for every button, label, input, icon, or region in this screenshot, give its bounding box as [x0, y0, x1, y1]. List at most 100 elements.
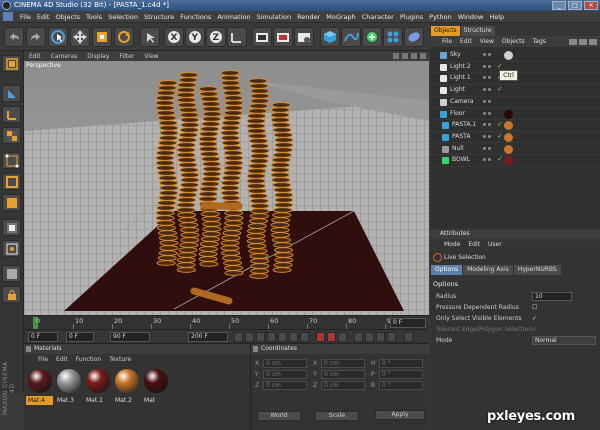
object-row[interactable]: Floor: [430, 109, 600, 120]
rotation-key-button[interactable]: [376, 332, 385, 342]
viewport-menu-cameras[interactable]: Cameras: [46, 53, 83, 60]
menu-help[interactable]: Help: [486, 13, 507, 21]
nurbs-icon[interactable]: [362, 27, 382, 47]
visibility-dot-icon[interactable]: [483, 158, 486, 162]
preview-min-field[interactable]: 0 F: [66, 332, 94, 342]
menu-character[interactable]: Character: [359, 13, 397, 21]
visibility-dot-icon[interactable]: [483, 123, 486, 127]
viewport-menu-edit[interactable]: Edit: [24, 53, 46, 60]
menu-plugins[interactable]: Plugins: [397, 13, 426, 21]
coord-value-field[interactable]: 0 cm: [321, 359, 365, 368]
attributes-menu-edit[interactable]: Edit: [464, 241, 484, 248]
visibility-dots[interactable]: [483, 76, 495, 81]
menu-tools[interactable]: Tools: [83, 13, 105, 21]
visibility-dot-icon[interactable]: [488, 134, 491, 138]
maximize-view-icon[interactable]: [420, 53, 426, 59]
record-button[interactable]: [316, 332, 325, 342]
zoom-view-icon[interactable]: [402, 53, 408, 59]
material-tag-icon[interactable]: [504, 144, 513, 154]
objects-menu-objects[interactable]: Objects: [498, 38, 529, 45]
visibility-dot-icon[interactable]: [483, 146, 486, 150]
menu-objects[interactable]: Objects: [52, 13, 83, 21]
snap-icon[interactable]: [2, 240, 21, 257]
keyframe-selection-button[interactable]: [338, 332, 347, 342]
attribute-tab[interactable]: Modeling Axis: [463, 265, 513, 275]
visibility-dot-icon[interactable]: [483, 99, 486, 103]
coord-value-field[interactable]: 0 °: [379, 359, 423, 368]
menu-render[interactable]: Render: [294, 13, 323, 21]
visibility-dot-icon[interactable]: [488, 64, 491, 68]
coord-system-dropdown[interactable]: World: [257, 411, 301, 421]
maximize-button[interactable]: □: [568, 1, 582, 10]
visibility-dots[interactable]: [483, 158, 495, 163]
objects-menu-tags[interactable]: Tags: [529, 38, 550, 45]
coord-value-field[interactable]: 0 °: [379, 381, 423, 390]
position-key-button[interactable]: [354, 332, 363, 342]
tab-structure[interactable]: Structure: [460, 26, 495, 36]
material-swatch[interactable]: Mat: [142, 369, 169, 407]
autokey-button[interactable]: [327, 332, 336, 342]
coord-mode-dropdown[interactable]: Scale: [315, 411, 359, 421]
x-axis-icon[interactable]: X: [164, 27, 184, 47]
material-tag-icon[interactable]: [504, 156, 513, 166]
menu-structure[interactable]: Structure: [141, 13, 177, 21]
visibility-dot-icon[interactable]: [488, 99, 491, 103]
render-settings-icon[interactable]: [294, 27, 314, 47]
coord-value-field[interactable]: 0 °: [379, 370, 423, 379]
material-swatch[interactable]: Mat.1: [84, 369, 111, 407]
materials-menu-texture[interactable]: Texture: [105, 356, 135, 363]
enabled-check-icon[interactable]: ✓: [497, 120, 503, 128]
material-swatch[interactable]: Mat.2: [113, 369, 140, 407]
objects-menu-file[interactable]: File: [438, 38, 456, 45]
visibility-dots[interactable]: [483, 111, 495, 117]
visibility-dot-icon[interactable]: [483, 53, 486, 56]
goto-end-button[interactable]: [300, 332, 309, 342]
coord-value-field[interactable]: 0 cm: [263, 370, 307, 379]
scale-icon[interactable]: [92, 27, 112, 47]
rotate-icon[interactable]: [114, 27, 134, 47]
viewport-menu-filter[interactable]: Filter: [114, 53, 139, 60]
y-axis-icon[interactable]: Y: [185, 27, 205, 47]
move-view-icon[interactable]: [393, 53, 399, 59]
objects-menu-view[interactable]: View: [476, 38, 498, 45]
menu-window[interactable]: Window: [455, 13, 487, 21]
move-icon[interactable]: [70, 27, 90, 47]
polygons-mode-icon[interactable]: [2, 194, 21, 211]
materials-menu-edit[interactable]: Edit: [52, 356, 72, 363]
enabled-check-icon[interactable]: ✓: [497, 155, 503, 163]
array-icon[interactable]: [383, 27, 403, 47]
visible-elements-checkbox[interactable]: ✓: [532, 315, 539, 322]
coord-value-field[interactable]: 0 cm: [263, 359, 307, 368]
material-tag-icon[interactable]: [504, 109, 513, 119]
visibility-dot-icon[interactable]: [483, 76, 486, 80]
visibility-dots[interactable]: [483, 99, 495, 105]
viewport-perspective[interactable]: Perspective: [24, 61, 429, 315]
coordinate-system-icon[interactable]: [227, 27, 247, 47]
visibility-dot-icon[interactable]: [483, 111, 486, 115]
close-button[interactable]: ✕: [584, 1, 598, 10]
render-view-icon[interactable]: [252, 27, 272, 47]
lock-workplane-icon[interactable]: [2, 286, 21, 303]
timeline-settings-button[interactable]: [404, 332, 413, 342]
object-row[interactable]: PASTA ✓: [430, 132, 600, 144]
menu-functions[interactable]: Functions: [177, 13, 214, 21]
visibility-dot-icon[interactable]: [488, 111, 491, 115]
object-axis-icon[interactable]: [2, 106, 21, 123]
solo-icon[interactable]: [2, 265, 21, 282]
param-key-button[interactable]: [387, 332, 396, 342]
visibility-dots[interactable]: [483, 123, 495, 128]
end-frame-field[interactable]: 200 F: [188, 332, 228, 342]
texture-mode-icon[interactable]: [2, 127, 21, 144]
scale-key-button[interactable]: [365, 332, 374, 342]
recent-tool-icon[interactable]: [140, 27, 160, 47]
materials-menu-file[interactable]: File: [34, 356, 52, 363]
visibility-dot-icon[interactable]: [488, 146, 491, 150]
up-arrow-icon[interactable]: [579, 38, 587, 45]
prev-frame-button[interactable]: [256, 332, 265, 342]
menu-animation[interactable]: Animation: [214, 13, 253, 21]
preview-max-field[interactable]: 90 F: [110, 332, 150, 342]
object-row[interactable]: Sky: [430, 50, 600, 62]
panel-grip-icon[interactable]: [253, 346, 258, 352]
attribute-tab[interactable]: HyperNURBS: [513, 265, 561, 275]
visibility-dots[interactable]: [483, 88, 495, 93]
